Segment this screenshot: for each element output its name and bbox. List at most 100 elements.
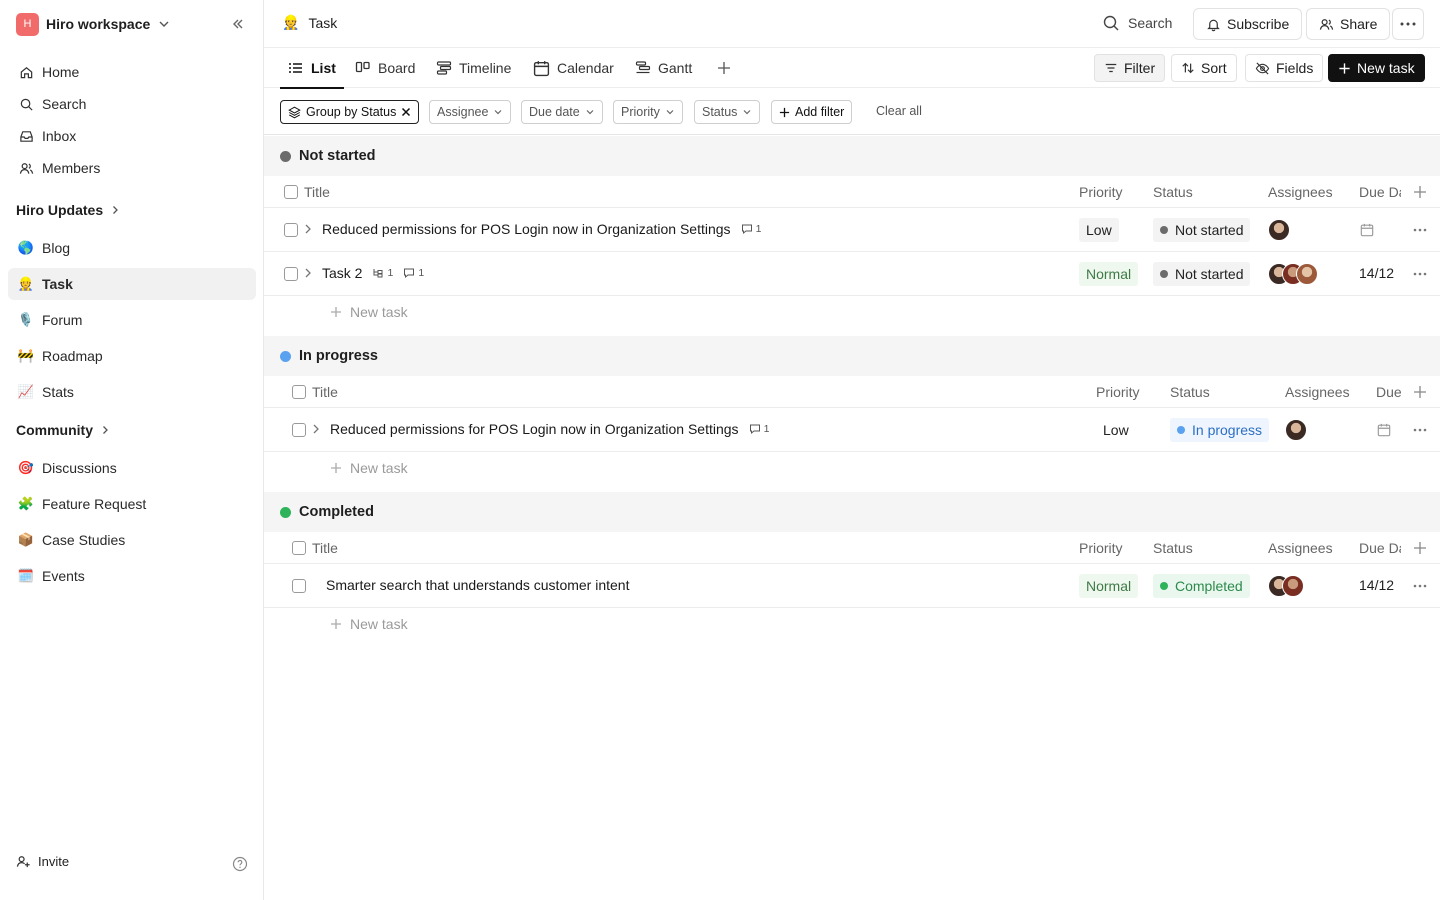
add-filter-button[interactable]: Add filter <box>771 100 853 124</box>
table-row[interactable]: Task 2 1 1 Normal Not started 14/12 <box>264 252 1440 296</box>
share-button[interactable]: Share <box>1306 8 1391 40</box>
column-assignees[interactable]: Assignees <box>1268 540 1333 556</box>
add-view-button[interactable] <box>716 48 732 88</box>
add-column-icon[interactable] <box>1413 185 1427 199</box>
due-date[interactable]: 14/12 <box>1359 265 1394 281</box>
column-assignees[interactable]: Assignees <box>1268 184 1333 200</box>
chevron-right-icon[interactable] <box>304 267 312 279</box>
sort-button[interactable]: Sort <box>1171 54 1237 82</box>
table-row[interactable]: Reduced permissions for POS Login now in… <box>264 208 1440 252</box>
group-header-in-progress[interactable]: In progress <box>264 336 1440 376</box>
task-title[interactable]: Reduced permissions for POS Login now in… <box>330 421 739 437</box>
status-badge[interactable]: Not started <box>1153 262 1251 286</box>
fields-button[interactable]: Fields <box>1245 54 1324 82</box>
sidebar-item-blog[interactable]: 🌎 Blog <box>8 232 256 264</box>
task-title[interactable]: Smarter search that understands customer… <box>326 577 629 593</box>
sidebar-item-search[interactable]: Search <box>8 88 256 120</box>
status-badge[interactable]: In progress <box>1170 418 1270 442</box>
sidebar-item-members[interactable]: Members <box>8 152 256 184</box>
priority-badge[interactable]: Low <box>1079 218 1119 242</box>
section-hiro-updates[interactable]: Hiro Updates <box>16 202 121 218</box>
sidebar-item-events[interactable]: 🗓️ Events <box>8 560 256 592</box>
priority-badge[interactable]: Low <box>1096 418 1136 442</box>
priority-badge[interactable]: Normal <box>1079 574 1139 598</box>
row-more-icon[interactable] <box>1413 228 1427 232</box>
group-by-chip[interactable]: Group by Status <box>280 100 420 124</box>
row-checkbox[interactable] <box>284 267 298 281</box>
sidebar-item-task[interactable]: 👷 Task <box>8 268 256 300</box>
column-status[interactable]: Status <box>1170 384 1210 400</box>
column-status[interactable]: Status <box>1153 184 1193 200</box>
new-task-row-button[interactable]: New task <box>330 304 408 320</box>
sidebar-item-feature-request[interactable]: 🧩 Feature Request <box>8 488 256 520</box>
task-title[interactable]: Reduced permissions for POS Login now in… <box>322 221 731 237</box>
row-more-icon[interactable] <box>1413 428 1427 432</box>
column-title[interactable]: Title <box>304 184 330 200</box>
new-task-row-button[interactable]: New task <box>330 460 408 476</box>
chevron-right-icon[interactable] <box>312 423 320 435</box>
select-all-checkbox[interactable] <box>292 385 306 399</box>
assignee-avatars[interactable] <box>1285 419 1307 441</box>
new-task-row-button[interactable]: New task <box>330 616 408 632</box>
column-status[interactable]: Status <box>1153 540 1193 556</box>
chevron-right-icon[interactable] <box>304 223 312 235</box>
column-due-date[interactable]: Due <box>1376 384 1402 400</box>
assignee-filter-chip[interactable]: Assignee <box>429 100 512 124</box>
subscribe-button[interactable]: Subscribe <box>1193 8 1303 40</box>
assignee-avatars[interactable] <box>1268 263 1318 285</box>
column-due-date[interactable]: Due Da <box>1359 540 1401 556</box>
status-filter-chip[interactable]: Status <box>694 100 761 124</box>
help-icon[interactable] <box>232 856 248 872</box>
clear-all-button[interactable]: Clear all <box>876 104 922 118</box>
column-assignees[interactable]: Assignees <box>1285 384 1350 400</box>
task-title[interactable]: Task 2 <box>322 265 362 281</box>
row-more-icon[interactable] <box>1413 584 1427 588</box>
assignee-avatars[interactable] <box>1268 575 1304 597</box>
row-checkbox[interactable] <box>284 223 298 237</box>
calendar-icon[interactable] <box>1360 223 1374 237</box>
status-badge[interactable]: Completed <box>1153 574 1250 598</box>
add-column-icon[interactable] <box>1413 385 1427 399</box>
column-due-date[interactable]: Due Da <box>1359 184 1401 200</box>
table-row[interactable]: Smarter search that understands customer… <box>264 564 1440 608</box>
row-more-icon[interactable] <box>1413 272 1427 276</box>
sidebar-item-case-studies[interactable]: 📦 Case Studies <box>8 524 256 556</box>
sidebar-item-inbox[interactable]: Inbox <box>8 120 256 152</box>
collapse-sidebar-icon[interactable] <box>230 16 246 32</box>
due-date-filter-chip[interactable]: Due date <box>521 100 603 124</box>
section-community[interactable]: Community <box>16 422 111 438</box>
invite-button[interactable]: Invite <box>16 854 69 869</box>
column-title[interactable]: Title <box>312 540 338 556</box>
sidebar-item-discussions[interactable]: 🎯 Discussions <box>8 452 256 484</box>
tab-list[interactable]: List <box>280 48 344 89</box>
group-header-not-started[interactable]: Not started <box>264 136 1440 176</box>
assignee-avatars[interactable] <box>1268 219 1290 241</box>
calendar-icon[interactable] <box>1377 423 1391 437</box>
workspace-switcher[interactable]: H Hiro workspace <box>16 12 171 36</box>
column-priority[interactable]: Priority <box>1079 184 1123 200</box>
tab-gantt[interactable]: Gantt <box>635 48 692 88</box>
priority-badge[interactable]: Normal <box>1079 262 1139 286</box>
column-title[interactable]: Title <box>312 384 338 400</box>
select-all-checkbox[interactable] <box>292 541 306 555</box>
tab-board[interactable]: Board <box>355 48 415 88</box>
tab-timeline[interactable]: Timeline <box>436 48 511 88</box>
priority-filter-chip[interactable]: Priority <box>613 100 683 124</box>
more-options-button[interactable] <box>1392 8 1424 40</box>
column-priority[interactable]: Priority <box>1096 384 1140 400</box>
sidebar-item-stats[interactable]: 📈 Stats <box>8 376 256 408</box>
due-date[interactable]: 14/12 <box>1359 577 1394 593</box>
sidebar-item-roadmap[interactable]: 🚧 Roadmap <box>8 340 256 372</box>
tab-calendar[interactable]: Calendar <box>533 48 614 88</box>
table-row[interactable]: Reduced permissions for POS Login now in… <box>264 408 1440 452</box>
group-header-completed[interactable]: Completed <box>264 492 1440 532</box>
sidebar-item-home[interactable]: Home <box>8 56 256 88</box>
add-column-icon[interactable] <box>1413 541 1427 555</box>
column-priority[interactable]: Priority <box>1079 540 1123 556</box>
status-badge[interactable]: Not started <box>1153 218 1251 242</box>
close-icon[interactable] <box>401 107 411 117</box>
sidebar-item-forum[interactable]: 🎙️ Forum <box>8 304 256 336</box>
search-button[interactable]: Search <box>1102 14 1172 32</box>
new-task-button[interactable]: New task <box>1328 54 1425 82</box>
row-checkbox[interactable] <box>292 423 306 437</box>
